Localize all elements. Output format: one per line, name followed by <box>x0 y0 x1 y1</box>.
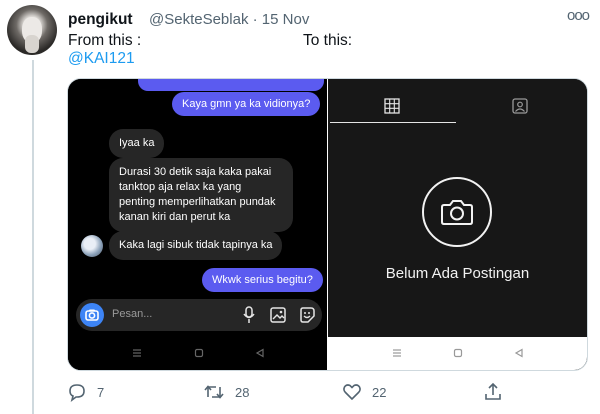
retweet-icon <box>204 385 224 399</box>
system-nav-bar <box>328 337 587 370</box>
chat-line: tanktop aja relax ka yang <box>119 181 242 193</box>
home-icon[interactable] <box>194 348 204 358</box>
media-card[interactable]: Kaya gmn ya ka vidionya? Iyaa ka Durasi … <box>67 78 588 371</box>
chat-bubble-incoming: Kaka lagi sibuk tidak tapinya ka <box>109 231 283 260</box>
display-name[interactable]: pengikut <box>68 11 133 29</box>
chat-screenshot: Kaya gmn ya ka vidionya? Iyaa ka Durasi … <box>68 79 327 370</box>
reply-icon <box>69 384 85 402</box>
tweet-text-left: From this : <box>68 32 142 49</box>
chat-bubble-incoming-long: Durasi 30 detik saja kaka pakai tanktop … <box>109 158 293 232</box>
chat-bubble-incoming: Iyaa ka <box>109 129 165 158</box>
empty-state-text: Belum Ada Postingan <box>385 265 530 282</box>
back-icon[interactable] <box>514 348 524 358</box>
chat-bubble-outgoing: Kaya gmn ya ka vidionya? <box>172 92 321 116</box>
like-action[interactable]: 22 <box>342 382 386 402</box>
tagged-icon[interactable] <box>512 98 528 114</box>
chat-bubble-outgoing: Wkwk serius begitu? <box>202 268 323 292</box>
gallery-icon[interactable] <box>270 307 286 323</box>
system-nav-bar <box>68 337 327 370</box>
empty-camera-circle <box>422 177 492 247</box>
profile-screenshot: Belum Ada Postingan <box>328 79 587 370</box>
share-icon <box>485 382 501 400</box>
camera-button[interactable] <box>80 303 104 327</box>
camera-icon <box>441 200 473 225</box>
thread-line <box>32 60 34 414</box>
more-options-icon[interactable]: ooo <box>567 7 590 24</box>
message-input[interactable]: Pesan... <box>112 308 152 320</box>
avatar[interactable] <box>7 5 57 55</box>
retweet-count: 28 <box>235 384 250 400</box>
reply-action[interactable]: 7 <box>67 382 104 402</box>
tweet-date[interactable]: 15 Nov <box>262 11 310 28</box>
mention-link[interactable]: @KAI121 <box>68 50 135 68</box>
cut-off-bubble <box>138 79 324 91</box>
sticker-icon[interactable] <box>299 307 315 323</box>
message-input-bar[interactable]: Pesan... <box>76 299 322 331</box>
home-icon[interactable] <box>453 348 463 358</box>
retweet-action[interactable]: 28 <box>203 382 249 402</box>
separator: · <box>252 11 258 28</box>
avatar-hand <box>25 35 39 53</box>
chat-line: kanan kiri dan perut ka <box>119 211 231 223</box>
microphone-icon[interactable] <box>242 306 256 324</box>
recents-icon[interactable] <box>392 348 402 358</box>
active-tab-indicator <box>330 122 456 123</box>
handle-and-date[interactable]: @SekteSeblak · 15 Nov <box>149 11 309 28</box>
back-icon[interactable] <box>255 348 265 358</box>
share-action[interactable] <box>483 382 503 402</box>
heart-icon <box>343 384 361 401</box>
camera-icon <box>85 309 99 321</box>
recents-icon[interactable] <box>132 348 142 358</box>
handle[interactable]: @SekteSeblak <box>149 11 248 28</box>
grid-icon[interactable] <box>384 98 400 114</box>
like-count: 22 <box>372 384 387 400</box>
contact-avatar <box>81 235 103 257</box>
chat-line: penting memperlihatkan pundak <box>119 196 276 208</box>
chat-line: Durasi 30 detik saja kaka pakai <box>119 166 272 178</box>
reply-count: 7 <box>97 384 105 400</box>
tweet-text-right: To this: <box>303 32 353 49</box>
